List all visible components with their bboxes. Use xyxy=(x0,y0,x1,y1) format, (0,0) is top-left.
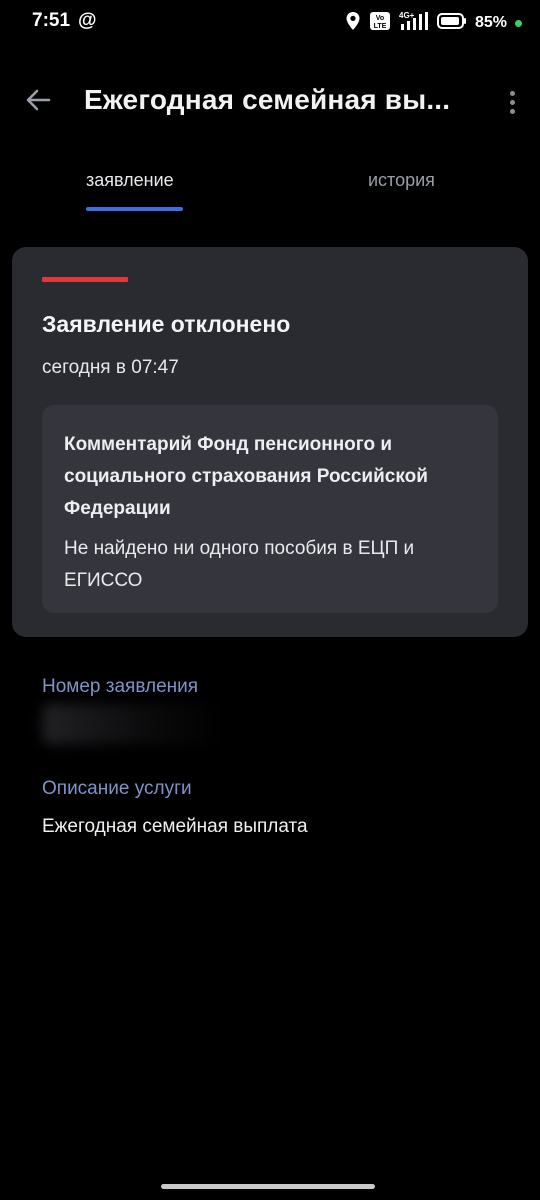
tab-bar: заявление история xyxy=(0,160,540,216)
service-description-label: Описание услуги xyxy=(42,778,192,799)
comment-box: Комментарий Фонд пенсионного и социально… xyxy=(42,405,498,613)
tab-application[interactable]: заявление xyxy=(86,170,174,191)
status-title: Заявление отклонено xyxy=(42,311,291,337)
tab-history[interactable]: история xyxy=(368,170,435,191)
comment-text: Не найдено ни одного пособия в ЕЦП и ЕГИ… xyxy=(64,538,415,591)
application-status-card: Заявление отклонено сегодня в 07:47 Комм… xyxy=(12,247,528,637)
status-time: 7:51 xyxy=(32,10,71,31)
at-notification-icon: @ xyxy=(78,10,97,31)
signal-icon: 4G+ xyxy=(399,11,429,36)
application-number-label: Номер заявления xyxy=(42,676,199,697)
arrow-left-icon xyxy=(25,88,51,117)
home-indicator[interactable] xyxy=(161,1184,375,1189)
svg-text:4G+: 4G+ xyxy=(399,11,415,20)
volte-icon: Vo LTE xyxy=(369,11,391,36)
comment-title: Комментарий Фонд пенсионного и социально… xyxy=(64,434,428,519)
app-bar: Ежегодная семейная вы... xyxy=(0,70,540,132)
service-description-value: Ежегодная семейная выплата xyxy=(42,816,308,837)
page-title: Ежегодная семейная вы... xyxy=(84,84,451,115)
battery-percent: 85% xyxy=(474,14,507,31)
tab-active-indicator xyxy=(86,207,183,211)
svg-text:Vo: Vo xyxy=(376,15,384,22)
status-bar: 7:51 @ Vo LTE 4G+ 85% xyxy=(0,0,540,46)
more-dot xyxy=(509,108,515,114)
more-dot xyxy=(509,99,515,105)
location-icon xyxy=(345,11,361,36)
status-timestamp: сегодня в 07:47 xyxy=(42,357,179,378)
battery-icon xyxy=(436,12,467,34)
status-accent-stripe xyxy=(42,277,128,282)
svg-text:LTE: LTE xyxy=(374,23,387,30)
privacy-indicator-dot xyxy=(515,19,522,27)
more-dot xyxy=(509,90,515,96)
application-number-value-redacted xyxy=(42,704,222,744)
more-options-button[interactable] xyxy=(502,84,522,120)
status-icons: Vo LTE 4G+ 85% xyxy=(345,11,522,36)
back-button[interactable] xyxy=(20,84,56,120)
